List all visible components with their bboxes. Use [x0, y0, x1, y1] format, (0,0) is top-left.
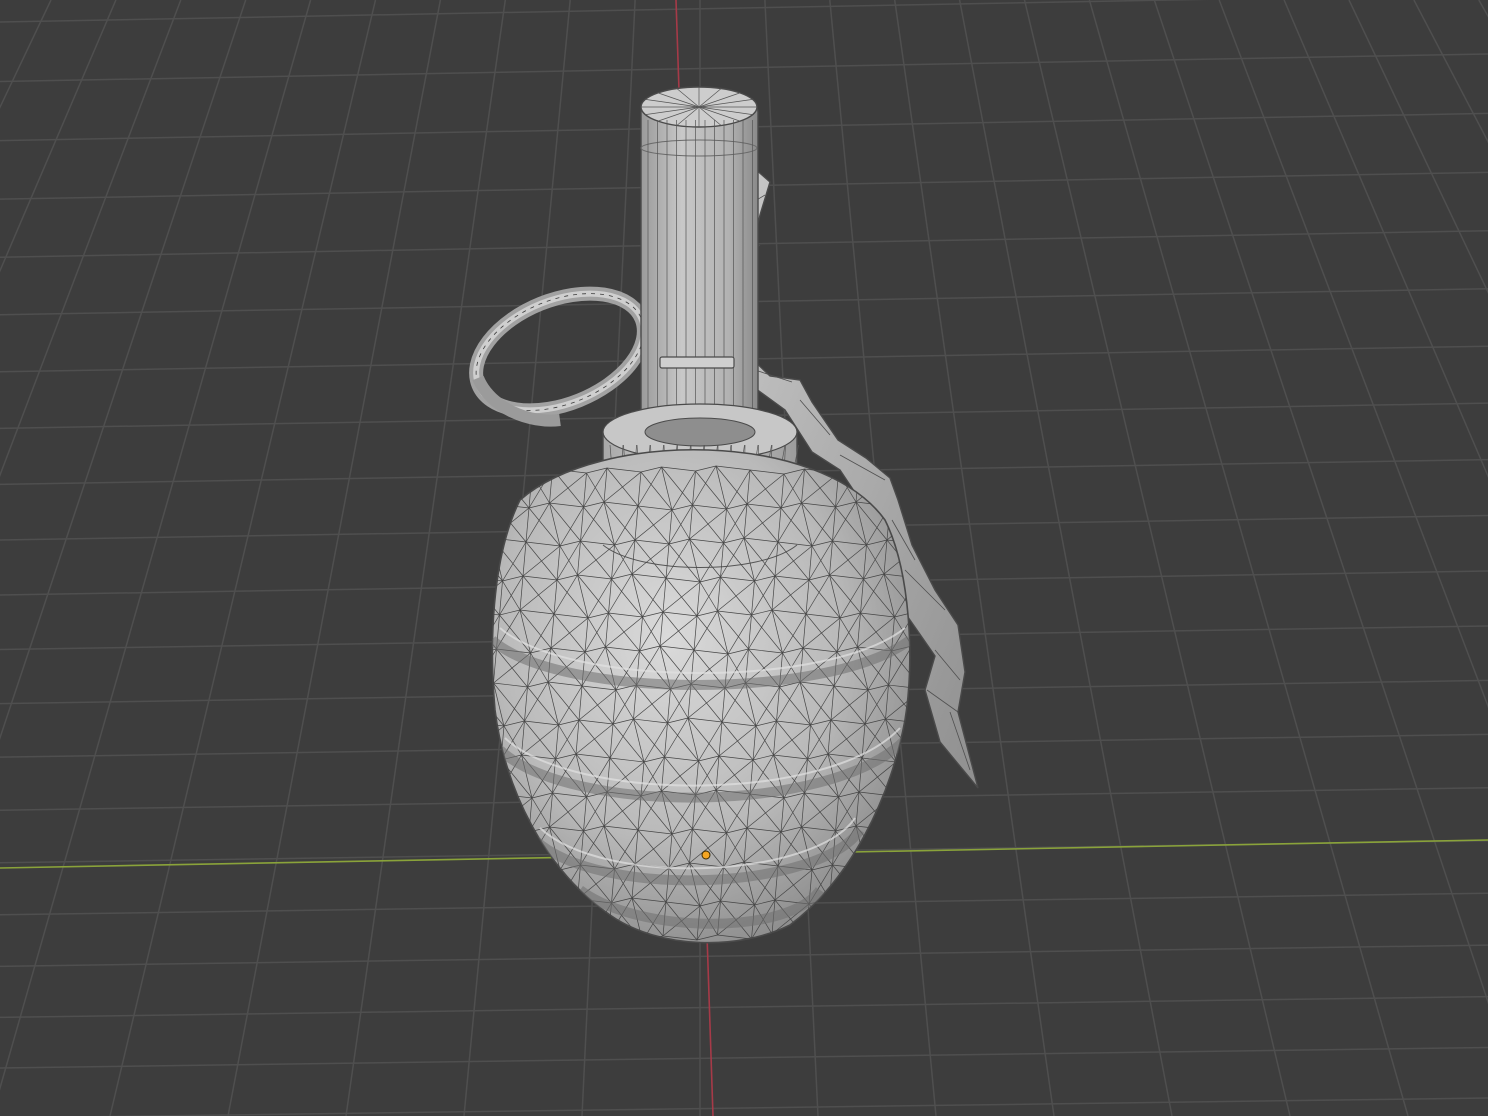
fuse-pin-clip[interactable]	[659, 356, 735, 369]
viewport-canvas[interactable]	[0, 0, 1488, 1116]
grenade-mesh[interactable]	[459, 86, 979, 944]
3d-viewport[interactable]	[0, 0, 1488, 1116]
fuse-tube[interactable]	[640, 86, 759, 435]
pull-ring[interactable]	[459, 271, 661, 433]
object-origin-marker[interactable]	[701, 850, 711, 860]
fragmentation-body[interactable]	[464, 448, 924, 944]
